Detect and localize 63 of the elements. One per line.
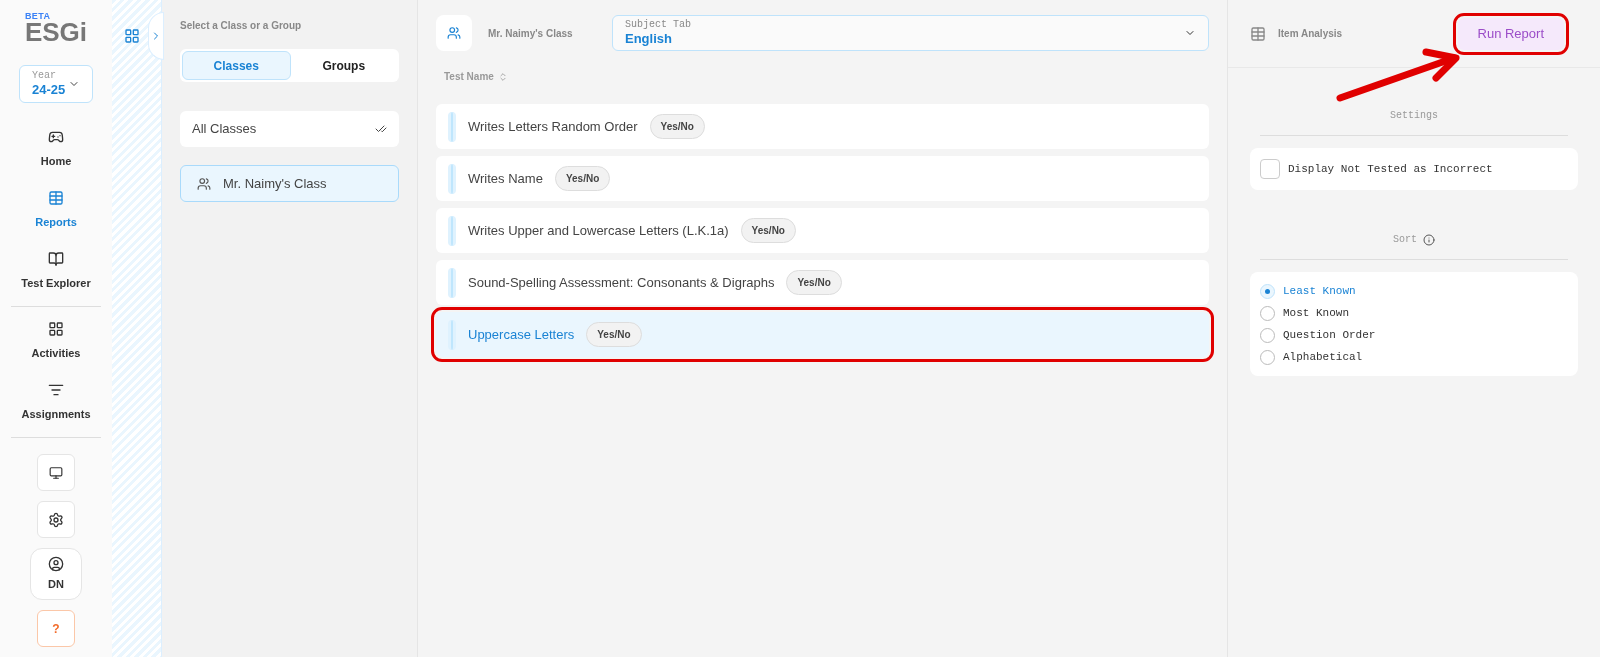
year-select[interactable]: Year 24-25 (19, 65, 93, 103)
test-name: Writes Upper and Lowercase Letters (L.K.1a) (468, 221, 729, 240)
all-classes-item[interactable]: All Classes (180, 111, 399, 147)
class-item[interactable]: Mr. Naimy's Class (180, 165, 399, 202)
test-row[interactable]: Writes Upper and Lowercase Letters (L.K.1a) Yes/No (436, 208, 1209, 253)
test-name: Writes Letters Random Order (468, 117, 638, 136)
presentation-button[interactable] (37, 454, 75, 491)
book-icon (48, 251, 64, 268)
radio-button[interactable] (1260, 305, 1275, 321)
info-icon (1423, 233, 1435, 246)
grid-icon[interactable] (124, 28, 140, 44)
test-type-tag: Yes/No (586, 322, 642, 347)
sort-heading: Sort (1393, 233, 1417, 247)
settings-icon (48, 511, 64, 528)
panel-title: Select a Class or a Group (180, 19, 303, 33)
test-type-tag: Yes/No (786, 270, 842, 295)
row-accent-bar (448, 267, 456, 298)
test-row[interactable]: Writes Letters Random Order Yes/No (436, 104, 1209, 149)
test-name: Sound-Spelling Assessment: Consonants & Digraphs (468, 273, 775, 292)
radio-option[interactable]: Least Known (1260, 282, 1568, 300)
checkbox[interactable] (1260, 159, 1280, 179)
row-accent-bar (448, 163, 456, 194)
class-name: Mr. Naimy's Class (488, 26, 574, 41)
radio-button[interactable] (1260, 349, 1275, 365)
report-title: Item Analysis (1278, 27, 1343, 41)
test-row[interactable]: Sound-Spelling Assessment: Consonants & Digraphs Yes/No (436, 260, 1209, 305)
radio-button[interactable] (1260, 283, 1275, 299)
settings-button[interactable] (37, 501, 75, 538)
users-icon (197, 176, 211, 191)
nav-item[interactable]: Reports (0, 180, 112, 241)
radio-button[interactable] (1260, 327, 1275, 343)
tab[interactable]: Classes (182, 51, 291, 80)
test-name: Writes Name (468, 169, 543, 188)
settings-heading: Settings (1389, 109, 1439, 123)
grid-icon (48, 321, 64, 338)
nav-item[interactable]: Test Explorer (0, 241, 112, 302)
user-button[interactable]: DN (30, 548, 82, 600)
row-accent-bar (448, 215, 456, 246)
nav-item[interactable]: Assignments (0, 372, 112, 433)
nav-item[interactable]: Activities (0, 311, 112, 372)
beta-label: BETA (24, 12, 51, 21)
row-accent-bar (448, 111, 456, 142)
test-type-tag: Yes/No (740, 218, 796, 243)
expand-button[interactable] (148, 12, 164, 60)
test-row[interactable]: Writes Name Yes/No (436, 156, 1209, 201)
sort-icon (497, 71, 508, 82)
report-icon (1250, 25, 1266, 42)
user-icon (48, 555, 64, 572)
test-name: Uppercase Letters (468, 325, 575, 344)
radio-option[interactable]: Most Known (1260, 304, 1568, 322)
test-type-tag: Yes/No (649, 114, 705, 139)
radio-option[interactable]: Alphabetical (1260, 348, 1568, 366)
logo-text: ESGi (24, 19, 88, 45)
radio-option[interactable]: Question Order (1260, 326, 1568, 344)
checkbox-option[interactable]: Display Not Tested as Incorrect (1260, 159, 1493, 179)
test-type-tag: Yes/No (554, 166, 611, 191)
subject-select[interactable]: Subject Tab English (612, 15, 1209, 51)
double-check-icon (375, 123, 387, 135)
row-accent-bar (448, 319, 456, 350)
report-icon (48, 190, 64, 207)
users-icon (447, 26, 461, 40)
tab[interactable]: Groups (290, 51, 397, 80)
nav-item[interactable]: Home (0, 119, 112, 180)
